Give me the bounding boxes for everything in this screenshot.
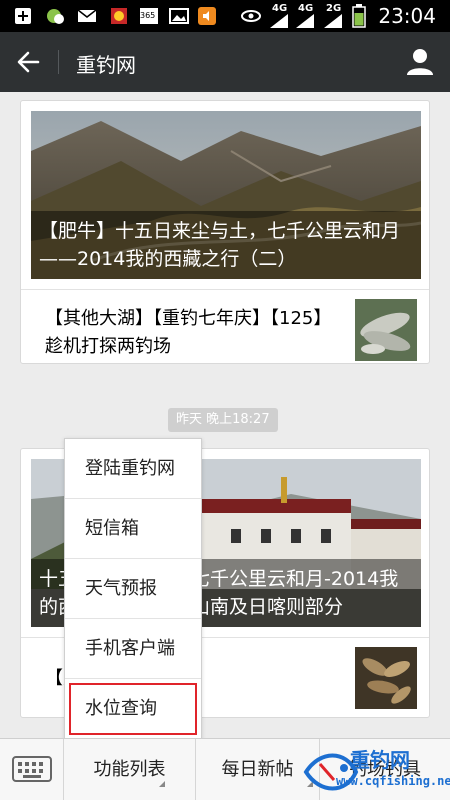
hero-caption: 【肥牛】十五日来尘与土，七千公里云和月——2014我的西藏之行（二）	[31, 211, 421, 279]
gallery-icon	[169, 8, 189, 24]
article-title[interactable]: 【其他大湖】【重钓七年庆】【125】趁机打探两钓场	[45, 305, 345, 361]
article-card: 【肥牛】十五日来尘与土，七千公里云和月——2014我的西藏之行（二） 【其他大湖…	[20, 100, 430, 364]
article-hero[interactable]: 【肥牛】十五日来尘与土，七千公里云和月——2014我的西藏之行（二）	[31, 111, 421, 279]
timestamp-pill: 昨天 晚上18:27	[168, 408, 278, 432]
menu-item-login[interactable]: 登陆重钓网	[65, 439, 201, 499]
network-type-1: 4G	[272, 3, 288, 14]
network-type-2: 4G	[298, 3, 314, 14]
function-list-menu: 登陆重钓网 短信箱 天气预报 手机客户端 水位查询	[64, 438, 202, 758]
profile-button[interactable]	[404, 46, 436, 78]
menu-item-weather[interactable]: 天气预报	[65, 559, 201, 619]
title-bar: 重钓网	[0, 32, 450, 92]
game-icon	[111, 8, 127, 24]
network-type-3: 2G	[326, 3, 342, 14]
keyboard-icon	[12, 756, 52, 782]
fish-thumbnail[interactable]	[355, 647, 417, 709]
calendar-label: 365	[140, 11, 156, 20]
menu-item-sms-box[interactable]: 短信箱	[65, 499, 201, 559]
watermark-url: www.cqfishing.net	[336, 774, 450, 788]
mail-icon	[77, 9, 97, 22]
tab-label: 每日新帖	[221, 759, 294, 780]
fish-pile-image	[355, 647, 417, 709]
submenu-indicator-icon	[159, 781, 165, 787]
audio-icon	[198, 7, 216, 25]
tab-label: 功能列表	[93, 759, 166, 780]
signal-icon	[324, 14, 342, 28]
user-icon	[407, 49, 433, 75]
card-divider	[21, 289, 429, 290]
back-arrow-icon	[17, 51, 40, 73]
status-bar: 365 4G 4G 2G 23:04	[0, 0, 450, 32]
signal-icon	[270, 14, 288, 28]
status-time: 23:04	[378, 4, 436, 28]
fish-image	[355, 299, 417, 361]
eye-icon	[241, 10, 261, 22]
back-button[interactable]	[12, 46, 48, 78]
page-title: 重钓网	[76, 53, 136, 77]
add-icon	[15, 8, 31, 24]
menu-item-mobile-client[interactable]: 手机客户端	[65, 619, 201, 679]
keyboard-toggle-button[interactable]	[0, 739, 64, 800]
tab-function-list[interactable]: 功能列表	[64, 739, 196, 800]
calendar-icon: 365	[138, 6, 160, 26]
battery-icon	[352, 4, 366, 28]
signal-icon	[296, 14, 314, 28]
menu-item-water-level[interactable]: 水位查询	[65, 679, 201, 739]
watermark-brand: 重钓网	[350, 748, 410, 772]
title-divider	[58, 50, 59, 74]
fish-thumbnail[interactable]	[355, 299, 417, 361]
wechat-icon	[47, 9, 64, 24]
